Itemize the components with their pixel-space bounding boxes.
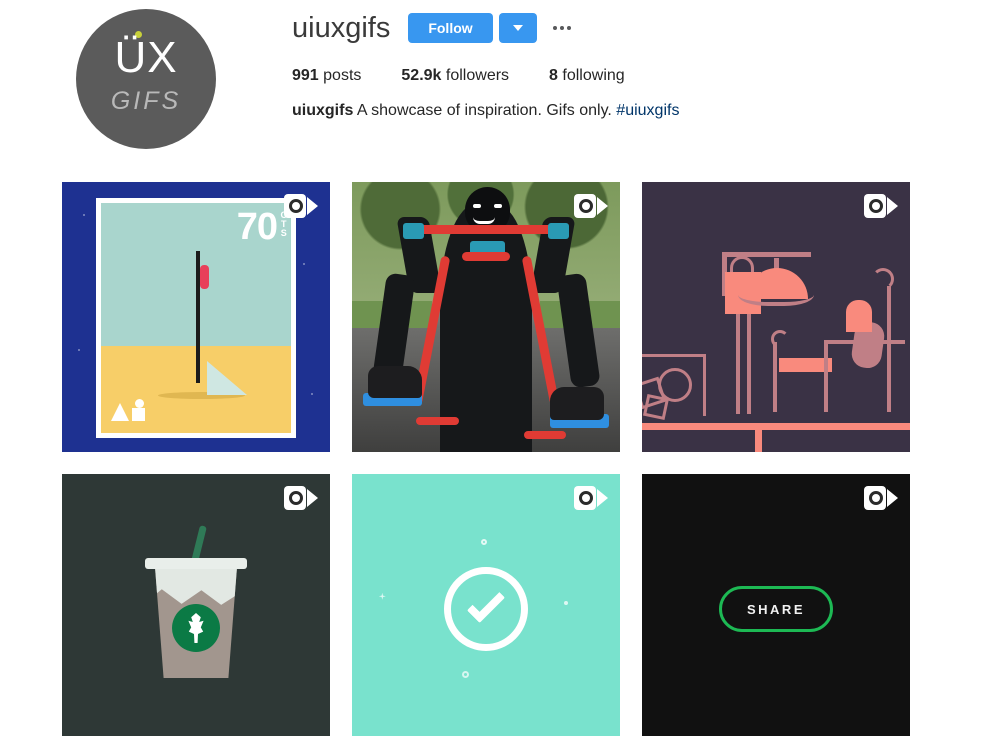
post-tile[interactable] xyxy=(352,474,620,736)
stat-followers-value: 52.9k xyxy=(401,67,442,84)
post-grid: 70 CTS xyxy=(62,182,912,736)
instagram-profile-page: ÜX GIFS uiuxgifs Follow 991 posts 52.9k … xyxy=(0,0,1000,736)
video-camera-icon xyxy=(284,486,318,510)
share-button-graphic: SHARE xyxy=(719,586,833,632)
post-media: SHARE xyxy=(642,474,910,736)
stamp-corner-icon xyxy=(111,399,145,421)
stat-following-value: 8 xyxy=(549,67,558,84)
bio-text: A showcase of inspiration. Gifs only. xyxy=(356,102,612,119)
post-tile[interactable] xyxy=(352,182,620,452)
stat-following[interactable]: 8 following xyxy=(549,67,625,85)
post-tile[interactable] xyxy=(642,182,910,452)
avatar-primary-text: ÜX xyxy=(114,33,178,82)
stat-following-label: following xyxy=(562,67,625,84)
post-media xyxy=(352,474,620,736)
ellipsis-icon xyxy=(552,26,557,30)
stat-posts-value: 991 xyxy=(292,67,319,84)
video-camera-icon xyxy=(284,194,318,218)
post-media xyxy=(642,182,910,452)
post-media: 70 CTS xyxy=(62,182,330,452)
stat-posts-label: posts xyxy=(323,67,362,84)
stamp-illustration: 70 CTS xyxy=(96,198,296,438)
post-tile[interactable]: 70 CTS xyxy=(62,182,330,452)
video-camera-icon xyxy=(864,486,898,510)
bio-hashtag-link[interactable]: #uiuxgifs xyxy=(616,102,679,119)
chevron-down-icon xyxy=(512,25,523,31)
video-camera-icon xyxy=(574,194,608,218)
post-media xyxy=(352,182,620,452)
more-options-button[interactable] xyxy=(551,20,573,36)
post-tile[interactable] xyxy=(62,474,330,736)
profile-info: uiuxgifs Follow 991 posts 52.9k follower… xyxy=(292,0,679,121)
avatar[interactable]: ÜX GIFS xyxy=(76,9,216,149)
starbucks-logo-icon xyxy=(172,604,220,652)
avatar-secondary-text: GIFS xyxy=(110,87,182,115)
profile-bio: uiuxgifs A showcase of inspiration. Gifs… xyxy=(292,101,679,121)
stamp-price-value: 70 xyxy=(236,206,278,248)
profile-header: ÜX GIFS uiuxgifs Follow 991 posts 52.9k … xyxy=(0,0,1000,168)
share-button-label: SHARE xyxy=(746,601,805,617)
profile-stats: 991 posts 52.9k followers 8 following xyxy=(292,67,679,85)
video-camera-icon xyxy=(864,194,898,218)
bio-username: uiuxgifs xyxy=(292,102,354,119)
stat-posts[interactable]: 991 posts xyxy=(292,67,361,85)
stat-followers[interactable]: 52.9k followers xyxy=(401,67,509,85)
stat-followers-label: followers xyxy=(445,67,510,84)
post-tile[interactable]: SHARE xyxy=(642,474,910,736)
follow-dropdown-button[interactable] xyxy=(498,13,537,43)
username-row: uiuxgifs Follow xyxy=(292,10,679,46)
avatar-container: ÜX GIFS xyxy=(0,0,292,149)
video-camera-icon xyxy=(574,486,608,510)
follow-button[interactable]: Follow xyxy=(408,13,493,43)
ellipsis-icon xyxy=(566,26,571,30)
ellipsis-icon xyxy=(559,26,564,30)
post-media xyxy=(62,474,330,736)
page-title: uiuxgifs xyxy=(292,12,391,44)
